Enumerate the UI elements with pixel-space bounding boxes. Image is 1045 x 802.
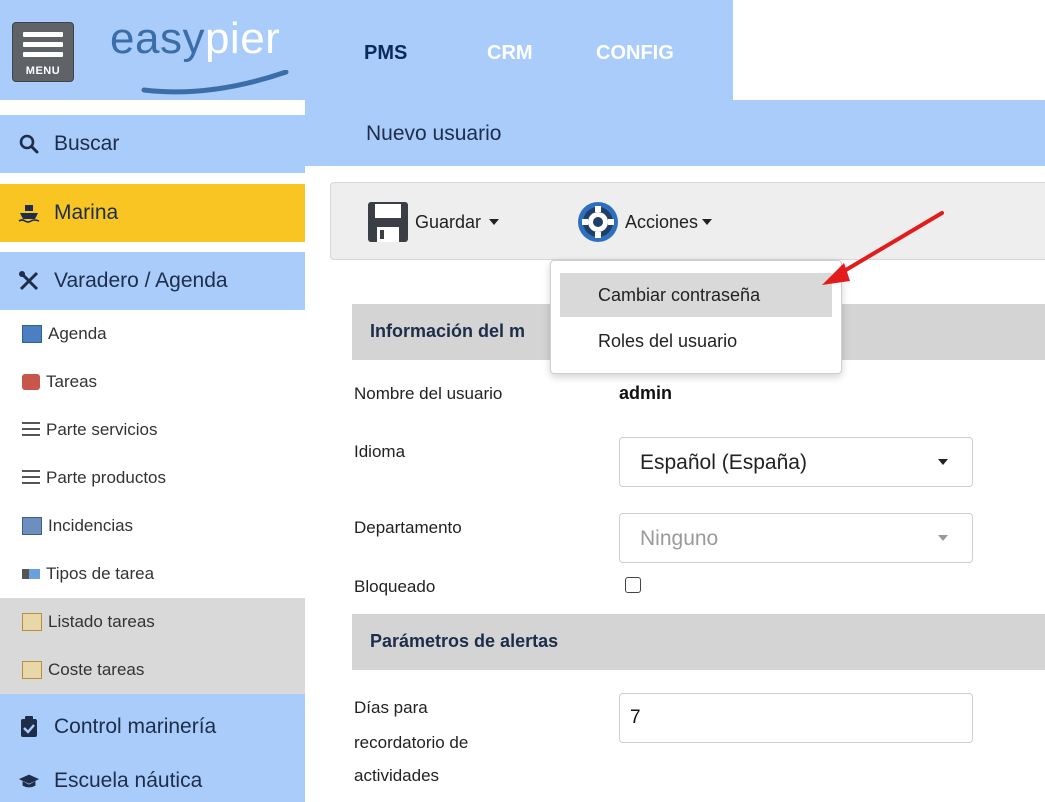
nav-pms[interactable]: PMS: [364, 42, 407, 65]
section-title: Parámetros de alertas: [370, 631, 559, 651]
sidebar-item-coste-tareas[interactable]: Coste tareas: [0, 646, 305, 694]
menu-item-label: Cambiar contraseña: [598, 285, 761, 305]
sidebar-item-listado-tareas[interactable]: Listado tareas: [0, 598, 305, 646]
sidebar-item-label: Parte productos: [46, 468, 167, 487]
sidebar-item-parte-productos[interactable]: Parte productos: [0, 454, 305, 502]
save-label: Guardar: [415, 211, 482, 232]
menu-item-user-roles[interactable]: Roles del usuario: [560, 319, 832, 363]
department-value: Ninguno: [640, 527, 719, 550]
hamburger-icon-bar: [23, 52, 63, 57]
sidebar-item-tareas[interactable]: Tareas: [0, 358, 305, 406]
sidebar-item-agenda[interactable]: Agenda: [0, 310, 305, 358]
days-label-line2: recordatorio de: [354, 733, 469, 752]
hamburger-icon-bar: [23, 42, 63, 47]
sidebar-item-label: Coste tareas: [48, 660, 145, 679]
sidebar-item-label: Tareas: [46, 372, 98, 391]
days-reminder-input[interactable]: 7: [619, 693, 973, 743]
days-label-line3: actividades: [354, 766, 440, 785]
actions-label: Acciones: [625, 211, 699, 232]
language-select[interactable]: Español (España): [619, 437, 973, 487]
days-reminder-value: 7: [630, 707, 641, 728]
actions-dropdown-menu: Cambiar contraseña Roles del usuario: [550, 260, 842, 374]
blocked-checkbox[interactable]: [625, 577, 641, 593]
easypier-logo[interactable]: easypier: [110, 14, 280, 64]
chevron-down-icon: [702, 219, 713, 225]
menu-label: MENU: [25, 65, 61, 77]
sidebar-item-label: Escuela náutica: [54, 769, 203, 792]
chevron-down-icon: [938, 535, 948, 541]
edit-list-icon: [22, 613, 42, 631]
department-label: Departamento: [354, 518, 462, 537]
section-title: Información del m: [370, 321, 526, 341]
sidebar-item-label: Agenda: [48, 324, 107, 343]
sidebar-item-label: Control marinería: [54, 715, 217, 738]
sidebar-item-incidencias[interactable]: Incidencias: [0, 502, 305, 550]
nav-crm[interactable]: CRM: [487, 42, 533, 65]
annotation-arrow-icon: [822, 211, 944, 285]
graduation-cap-icon: [18, 770, 40, 792]
tools-icon: [18, 270, 40, 292]
floppy-disk-icon: [368, 202, 408, 242]
section-header-alerts: Parámetros de alertas: [352, 614, 1045, 670]
hamburger-icon: [23, 32, 63, 37]
gear-icon: [578, 202, 618, 242]
list-icon: [22, 470, 40, 486]
sidebar-item-marina[interactable]: Marina: [0, 184, 305, 242]
menu-button[interactable]: MENU: [12, 22, 74, 82]
ship-icon: [18, 202, 40, 224]
edit-list-icon: [22, 661, 42, 679]
sidebar-item-varadero[interactable]: Varadero / Agenda: [0, 252, 305, 310]
sidebar-item-label: Parte servicios: [46, 420, 158, 439]
logo-text-easy: easy: [110, 14, 205, 63]
sidebar-item-label: Listado tareas: [48, 612, 155, 631]
actions-button[interactable]: Acciones: [577, 201, 713, 243]
sidebar-item-label: Varadero / Agenda: [54, 269, 228, 292]
save-button[interactable]: Guardar: [367, 201, 500, 243]
nav-config[interactable]: CONFIG: [596, 42, 674, 65]
sidebar-item-label: Incidencias: [48, 516, 134, 535]
sidebar-item-parte-servicios[interactable]: Parte servicios: [0, 406, 305, 454]
logo-swoosh-icon: [141, 70, 289, 95]
add-list-icon: [22, 569, 40, 579]
page-title: Nuevo usuario: [366, 122, 502, 145]
username-label: Nombre del usuario: [354, 384, 503, 403]
incident-icon: [22, 517, 42, 535]
sidebar-item-label: Buscar: [54, 132, 120, 155]
clipboard-check-icon: [18, 716, 40, 738]
top-bar: MENU easypier PMS CRM CONFIG: [0, 0, 1045, 100]
menu-item-label: Roles del usuario: [598, 331, 738, 351]
sidebar-item-label: Tipos de tarea: [46, 564, 155, 583]
list-icon: [22, 422, 40, 438]
sidebar-item-control-marineria[interactable]: Control marinería: [0, 694, 305, 760]
sidebar-item-label: Marina: [54, 201, 119, 224]
logo-text-pier: pier: [204, 14, 281, 63]
menu-item-change-password[interactable]: Cambiar contraseña: [560, 273, 832, 317]
calendar-icon: [22, 325, 42, 343]
language-value: Español (España): [640, 451, 807, 474]
department-select[interactable]: Ninguno: [619, 513, 973, 563]
sidebar-item-escuela-nautica[interactable]: Escuela náutica: [0, 760, 305, 802]
search-icon: [18, 133, 40, 155]
sidebar-item-tipos-tarea[interactable]: Tipos de tarea: [0, 550, 305, 598]
tasks-icon: [22, 374, 40, 390]
chevron-down-icon: [938, 459, 948, 465]
chevron-down-icon: [489, 219, 500, 225]
username-value: admin: [619, 383, 673, 403]
blocked-label: Bloqueado: [354, 577, 436, 596]
days-label-line1: Días para: [354, 698, 428, 717]
sidebar-item-buscar[interactable]: Buscar: [0, 115, 305, 173]
language-label: Idioma: [354, 442, 406, 461]
sidebar: Buscar Marina Varadero / Agenda Agenda T…: [0, 100, 305, 802]
